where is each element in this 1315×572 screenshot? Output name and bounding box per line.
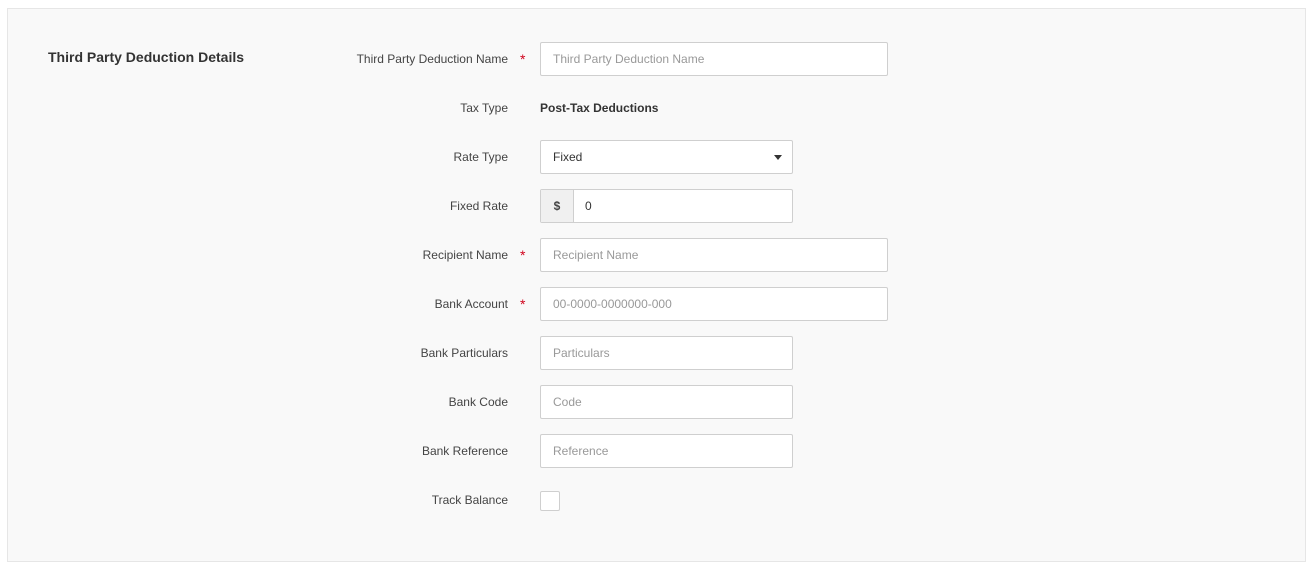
bank-account-label: Bank Account (434, 297, 508, 311)
bank-particulars-input[interactable] (541, 337, 792, 369)
bank-code-input[interactable] (541, 386, 792, 418)
deduction-name-field[interactable] (540, 42, 888, 76)
bank-reference-label: Bank Reference (421, 444, 508, 458)
recipient-name-label: Recipient Name (422, 248, 508, 262)
track-balance-label: Track Balance (431, 493, 508, 507)
recipient-name-field[interactable] (540, 238, 888, 272)
bank-reference-field[interactable] (540, 434, 793, 468)
bank-code-label: Bank Code (448, 395, 508, 409)
fixed-rate-label: Fixed Rate (449, 199, 508, 213)
section-title: Third Party Deduction Details (48, 49, 245, 65)
bank-account-field[interactable] (540, 287, 888, 321)
rate-type-label: Rate Type (453, 150, 508, 164)
tax-type-value: Post-Tax Deductions (540, 101, 659, 115)
deduction-name-input[interactable] (541, 43, 887, 75)
bank-reference-input[interactable] (541, 435, 792, 467)
required-marker: * (520, 247, 526, 263)
recipient-name-input[interactable] (541, 239, 887, 271)
bank-code-field[interactable] (540, 385, 793, 419)
required-marker: * (520, 296, 526, 312)
chevron-down-icon (774, 155, 782, 160)
rate-type-select[interactable]: Fixed (540, 140, 793, 174)
currency-prefix: $ (541, 190, 574, 222)
track-balance-checkbox[interactable] (540, 491, 560, 511)
fixed-rate-input[interactable] (541, 190, 792, 222)
deduction-name-label: Third Party Deduction Name (356, 52, 508, 66)
rate-type-selected-value: Fixed (553, 150, 583, 164)
tax-type-label: Tax Type (460, 101, 508, 115)
deduction-details-panel: Third Party Deduction Details Third Part… (7, 8, 1306, 562)
required-marker: * (520, 51, 526, 67)
bank-particulars-field[interactable] (540, 336, 793, 370)
fixed-rate-field[interactable]: $ (540, 189, 793, 223)
bank-particulars-label: Bank Particulars (420, 346, 508, 360)
bank-account-input[interactable] (541, 288, 887, 320)
